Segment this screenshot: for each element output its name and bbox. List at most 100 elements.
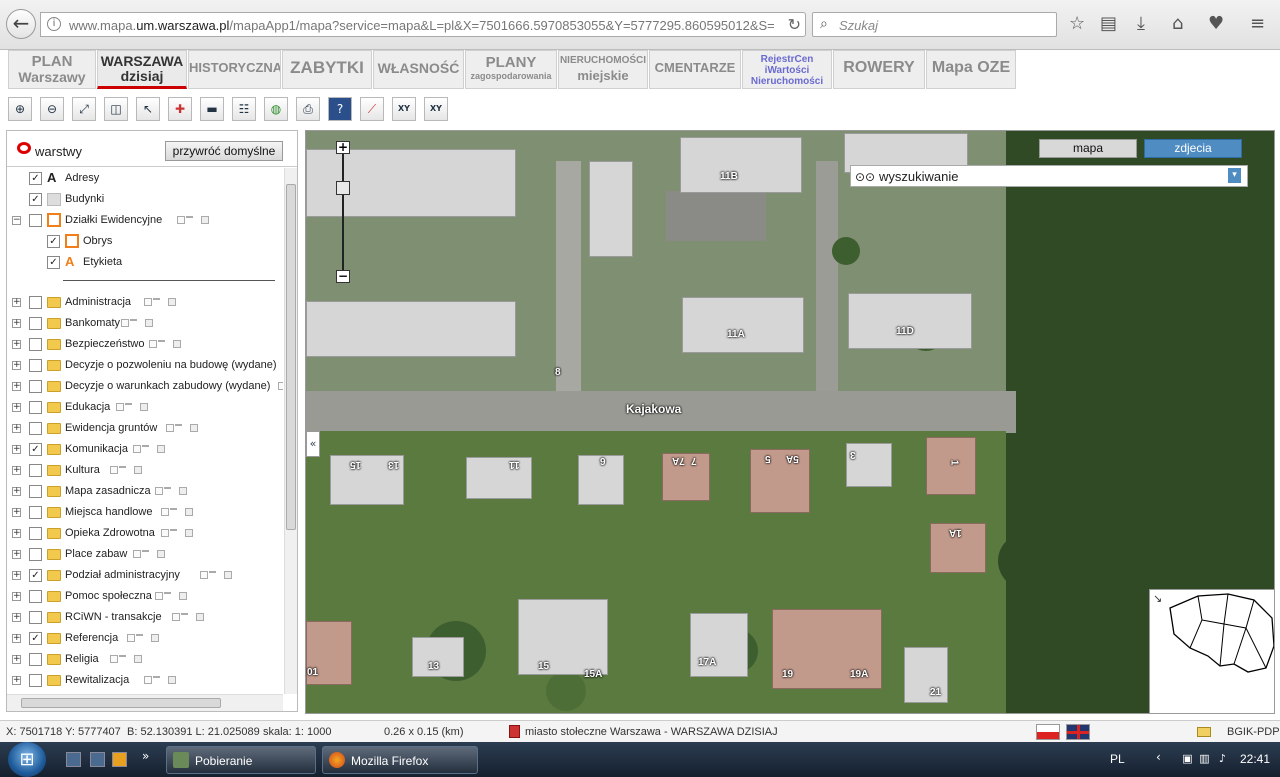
layer-info-icon[interactable] — [143, 298, 152, 306]
layer-info-icon[interactable] — [149, 340, 158, 348]
polish-flag-icon[interactable] — [1036, 724, 1060, 740]
layer-edit-icon[interactable] — [156, 445, 165, 453]
layer-edit-icon[interactable] — [167, 298, 176, 306]
tab-mapa-oze[interactable]: Mapa OZE — [926, 50, 1016, 89]
expand-toggle-icon[interactable]: + — [12, 340, 21, 349]
zoom-plus-button[interactable]: + — [336, 141, 350, 154]
layer-checkbox[interactable] — [29, 506, 42, 519]
layer-edit-icon[interactable] — [195, 613, 204, 621]
layer-list-icon[interactable] — [158, 340, 166, 342]
add-point-icon[interactable]: ✚ — [168, 97, 192, 121]
tab-rowery[interactable]: ROWERY — [833, 50, 925, 89]
info-icon[interactable]: i — [47, 17, 61, 31]
tab-wlasnosc[interactable]: WŁASNOŚĆ — [373, 50, 464, 89]
layers-horizontal-scrollbar[interactable] — [7, 694, 283, 711]
layer-checkbox[interactable] — [29, 380, 42, 393]
bookmark-star-icon[interactable]: ☆ — [1069, 14, 1085, 34]
layer-checkbox[interactable] — [29, 338, 42, 351]
layer-list-icon[interactable] — [136, 634, 143, 636]
layer-info-icon[interactable] — [155, 487, 163, 495]
layer-edit-icon[interactable] — [190, 424, 199, 432]
zoom-in-icon[interactable]: ⊕ — [8, 97, 32, 121]
layer-item[interactable]: + Decyzje o pozwoleniu na budowę (wydane) — [7, 357, 283, 375]
restore-defaults-button[interactable]: przywróć domyślne — [165, 141, 283, 161]
layer-checkbox[interactable] — [29, 317, 42, 330]
layer-checkbox[interactable] — [29, 548, 42, 561]
zoom-handle[interactable] — [336, 181, 350, 195]
tab-plany-zagospodarowania[interactable]: PLANY zagospodarowania — [465, 50, 557, 89]
taskbar-item-firefox[interactable]: Mozilla Firefox — [322, 746, 478, 774]
layer-item[interactable]: + ✓ Podział administracyjny — [7, 567, 283, 585]
layer-list-icon[interactable] — [152, 298, 160, 300]
tab-cmentarze[interactable]: CMENTARZE — [649, 50, 741, 89]
layer-checkbox[interactable] — [29, 296, 42, 309]
layer-info-icon[interactable] — [155, 592, 163, 600]
layer-checkbox[interactable] — [29, 401, 42, 414]
layer-checkbox[interactable] — [29, 674, 42, 687]
browser-search-input[interactable]: ⌕ Szukaj — [812, 12, 1057, 37]
taskbar-item-pobieranie[interactable]: Pobieranie — [166, 746, 316, 774]
layer-checkbox[interactable]: ✓ — [29, 569, 42, 582]
layer-info-icon[interactable] — [160, 508, 169, 516]
zoom-minus-button[interactable]: − — [336, 270, 350, 283]
layer-list-icon[interactable] — [152, 676, 160, 678]
chevron-down-icon[interactable]: ▾ — [1228, 168, 1241, 183]
measure-ruler-icon[interactable]: ▬ — [200, 97, 224, 121]
layer-checkbox[interactable]: ✓ — [29, 443, 42, 456]
layer-checkbox[interactable] — [29, 611, 42, 624]
expand-toggle-icon[interactable]: − — [12, 216, 21, 225]
layer-edit-icon[interactable] — [139, 403, 148, 411]
layer-item[interactable]: + Bezpieczeństwo — [7, 336, 283, 354]
home-icon[interactable]: ⌂ — [1172, 14, 1183, 34]
layer-checkbox[interactable]: ✓ — [47, 256, 60, 269]
tab-historyczna[interactable]: HISTORYCZNA — [188, 50, 281, 89]
layer-list-icon[interactable] — [164, 487, 171, 489]
layer-info-icon[interactable] — [132, 445, 141, 453]
tab-rejestr-cen[interactable]: RejestrCen iWartości Nieruchomości — [742, 50, 832, 89]
expand-toggle-icon[interactable]: + — [12, 571, 21, 580]
expand-toggle-icon[interactable]: + — [12, 298, 21, 307]
show-desktop-icon[interactable] — [66, 752, 81, 767]
xy-goto-icon[interactable]: XY — [392, 97, 416, 121]
expand-toggle-icon[interactable]: + — [12, 613, 21, 622]
layer-checkbox[interactable]: ✓ — [29, 193, 42, 206]
layer-checkbox[interactable] — [29, 422, 42, 435]
layer-list-icon[interactable] — [169, 508, 177, 510]
layer-item[interactable]: + Rewitalizacja — [7, 672, 283, 690]
print-icon[interactable]: ⎙ — [296, 97, 320, 121]
layer-item[interactable]: + Ewidencja gruntów — [7, 420, 283, 438]
layer-checkbox[interactable] — [29, 359, 42, 372]
layer-info-icon[interactable] — [110, 466, 119, 474]
zoom-window-icon[interactable]: ◫ — [104, 97, 128, 121]
layer-checkbox[interactable]: ✓ — [47, 235, 60, 248]
start-button[interactable]: ⊞ — [8, 742, 46, 777]
layer-edit-icon[interactable] — [134, 466, 143, 474]
layer-item[interactable]: + Edukacja — [7, 399, 283, 417]
search-panel[interactable]: ⊙⊙ wyszukiwanie ▾ — [850, 165, 1248, 187]
layer-item[interactable]: + Pomoc społeczna — [7, 588, 283, 606]
layer-edit-icon[interactable] — [167, 676, 176, 684]
layer-list-icon[interactable] — [141, 445, 149, 447]
expand-toggle-icon[interactable]: + — [12, 424, 21, 433]
reload-icon[interactable]: ↻ — [788, 15, 801, 34]
layer-item[interactable]: + Bankomaty — [7, 315, 283, 333]
hamburger-menu-icon[interactable]: ≡ — [1250, 14, 1265, 34]
network-icon[interactable]: ▥ — [1198, 752, 1211, 765]
layer-edit-icon[interactable] — [145, 319, 154, 327]
layer-list-icon[interactable] — [119, 655, 127, 657]
layer-item[interactable]: + Place zabaw — [7, 546, 283, 564]
back-arrow-icon[interactable]: ← — [6, 9, 36, 39]
layer-list-icon[interactable] — [169, 529, 177, 531]
english-flag-icon[interactable] — [1066, 724, 1090, 740]
mail-icon[interactable] — [1197, 727, 1211, 737]
layer-list-icon[interactable] — [141, 550, 149, 552]
layer-edit-icon[interactable] — [184, 529, 193, 537]
layer-item[interactable]: + Decyzje o warunkach zabudowy (wydane) — [7, 378, 283, 396]
layer-info-icon[interactable] — [115, 403, 124, 411]
layer-item[interactable]: ✓ A Adresy — [7, 170, 283, 188]
basemap-map-button[interactable]: mapa — [1039, 139, 1137, 158]
profile-chart-icon[interactable]: ⟋ — [360, 97, 384, 121]
layer-item[interactable]: ✓ Obrys — [7, 233, 283, 251]
layer-checkbox[interactable] — [29, 485, 42, 498]
layer-checkbox[interactable] — [29, 527, 42, 540]
